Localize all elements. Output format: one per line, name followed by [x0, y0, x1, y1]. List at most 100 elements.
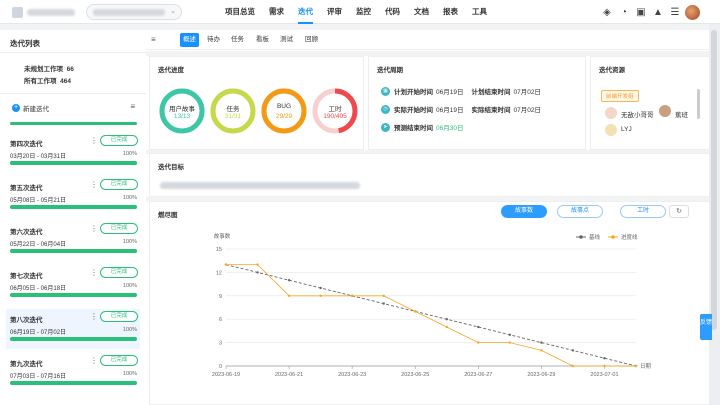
iteration-name: 第八次迭代: [10, 317, 43, 324]
new-iteration-button[interactable]: + 新建迭代: [12, 103, 49, 113]
y-tick-label: 6: [219, 317, 222, 323]
iteration-percent: 100%: [122, 327, 137, 333]
subtab-3[interactable]: 看板: [253, 33, 272, 47]
nav-item-6[interactable]: 文档: [407, 0, 436, 24]
iteration-percent: 100%: [122, 195, 137, 201]
progress-title: 迭代进度: [158, 67, 184, 74]
divider: [0, 93, 146, 94]
more-icon[interactable]: ⋮: [90, 312, 98, 321]
series-point: [287, 279, 291, 282]
briefcase-icon[interactable]: ▣: [634, 6, 648, 20]
series-point: [287, 294, 291, 297]
story-count-button[interactable]: 故事数: [501, 205, 547, 218]
series-point: [256, 271, 259, 274]
legend-marker: [611, 235, 615, 239]
iteration-name: 第九次迭代: [10, 361, 43, 368]
story-points-button[interactable]: 故事点: [557, 205, 603, 218]
subtab-1[interactable]: 待办: [204, 33, 223, 47]
series-point: [414, 310, 417, 313]
team-tag: 前端开发组: [601, 90, 639, 102]
subtab-5[interactable]: 回顾: [302, 33, 321, 47]
iteration-name: 第四次迭代: [10, 141, 43, 148]
more-icon[interactable]: ⋮: [90, 224, 98, 233]
plan-row: ▦ 计划开始时间 06月19日 计划结束时间 07月02日: [381, 86, 541, 96]
nav-item-1[interactable]: 需求: [262, 0, 291, 24]
iteration-item[interactable]: 第六次迭代 ⋮ 已完成 05月22日 - 06月04日 100%: [6, 221, 140, 261]
nav-item-3[interactable]: 评审: [320, 0, 349, 24]
collapse-icon[interactable]: ≡: [151, 35, 156, 44]
hours-button[interactable]: 工时: [620, 205, 666, 218]
feedback-tab[interactable]: 反馈: [700, 314, 712, 340]
filter-icon[interactable]: ≡: [130, 102, 135, 111]
series-point: [540, 349, 543, 352]
series-point: [603, 357, 606, 360]
iteration-item[interactable]: 第五次迭代 ⋮ 已完成 05月08日 - 05月21日 100%: [6, 177, 140, 217]
more-icon[interactable]: ⋮: [90, 268, 98, 277]
calendar-icon: ▦: [381, 86, 390, 96]
x-tick-label: 2023-06-23: [338, 372, 366, 378]
user-avatar[interactable]: [685, 5, 700, 20]
ring-label: 用户故事: [169, 106, 195, 113]
member-avatar: [659, 105, 671, 117]
nav-item-7[interactable]: 报表: [436, 0, 465, 24]
iteration-dates: 06月19日 - 07月02日: [10, 330, 67, 336]
pie-icon[interactable]: ◔: [617, 6, 631, 20]
project-select[interactable]: ⌄: [86, 4, 182, 20]
subtab-2[interactable]: 任务: [228, 33, 247, 47]
series-point: [319, 286, 322, 290]
iteration-dates: 03月20日 - 03月31日: [10, 154, 67, 160]
status-badge: 已完成: [100, 223, 138, 234]
ring-label: 工时: [328, 106, 342, 113]
iteration-dates: 05月22日 - 06月04日: [10, 242, 67, 248]
iteration-item[interactable]: 第八次迭代 ⋮ 已完成 06月19日 - 07月02日 100%: [6, 309, 140, 349]
y-tick-label: 3: [219, 341, 222, 347]
series-point: [477, 325, 480, 329]
series-line-0: [225, 264, 637, 367]
ring-value: 29/29: [275, 113, 293, 120]
forecast-label: 预测结束时间: [394, 125, 433, 132]
sliders-icon[interactable]: ☰: [668, 6, 682, 20]
iteration-item[interactable]: 第九次迭代 ⋮ 已完成 07月03日 - 07月16日 100%: [6, 353, 140, 393]
member-name: 无敌小哥哥: [621, 112, 654, 119]
legend-label: 基线: [589, 233, 601, 241]
progress-bar: [10, 337, 137, 341]
nav-item-2[interactable]: 迭代: [291, 0, 320, 24]
series-point: [224, 263, 228, 266]
actual-start-value: 06月19日: [436, 107, 464, 114]
main-nav: 项目总览 需求 迭代 评审 监控 代码 文档 报表 工具: [218, 0, 494, 24]
series-point: [634, 364, 638, 368]
iteration-name: 第五次迭代: [10, 185, 43, 192]
unplanned-items[interactable]: 未规划工作项 66: [24, 63, 74, 73]
more-icon[interactable]: ⋮: [90, 136, 98, 145]
iteration-item[interactable]: 第四次迭代 ⋮ 已完成 03月20日 - 03月31日 100%: [6, 133, 140, 173]
divider: [0, 52, 146, 53]
progress-bar: [10, 293, 137, 297]
subtab-0[interactable]: 概述: [180, 33, 199, 47]
progress-ring: 任务 31/31: [209, 87, 257, 135]
chevron-down-icon: ⌄: [170, 8, 176, 15]
iteration-name: 第六次迭代: [10, 229, 43, 236]
bell-icon[interactable]: ▲: [651, 6, 665, 20]
refresh-icon[interactable]: ↻: [669, 205, 689, 218]
progress-bar: [10, 205, 137, 209]
company-name: [27, 9, 75, 16]
cycle-card: 迭代周期 ▦ 计划开始时间 06月19日 计划结束时间 07月02日 ◷ 实际开…: [368, 56, 586, 150]
scroll-thumb[interactable]: [711, 30, 717, 330]
nav-item-0[interactable]: 项目总览: [218, 0, 262, 24]
nav-item-4[interactable]: 监控: [349, 0, 378, 24]
nav-item-5[interactable]: 代码: [378, 0, 407, 24]
toolbar-icons: ◈ ◔ ▣ ▲ ☰: [600, 5, 700, 20]
subtab-4[interactable]: 测试: [277, 33, 296, 47]
iteration-item[interactable]: 第七次迭代 ⋮ 已完成 06月05日 - 06月18日 100%: [6, 265, 140, 305]
all-items[interactable]: 所有工作项 464: [24, 75, 71, 85]
layers-icon[interactable]: ◈: [600, 6, 614, 20]
progress-bar: [10, 381, 137, 385]
nav-item-8[interactable]: 工具: [465, 0, 494, 24]
plan-end-label: 计划结束时间: [471, 89, 511, 96]
more-icon[interactable]: ⋮: [90, 180, 98, 189]
more-icon[interactable]: ⋮: [90, 356, 98, 365]
series-point: [508, 333, 512, 336]
resource-scrollbar[interactable]: [697, 89, 700, 119]
actual-row: ◷ 实际开始时间 06月19日 实际结束时间 07月02日: [381, 104, 541, 114]
x-tick-label: 2023-06-29: [527, 372, 555, 378]
